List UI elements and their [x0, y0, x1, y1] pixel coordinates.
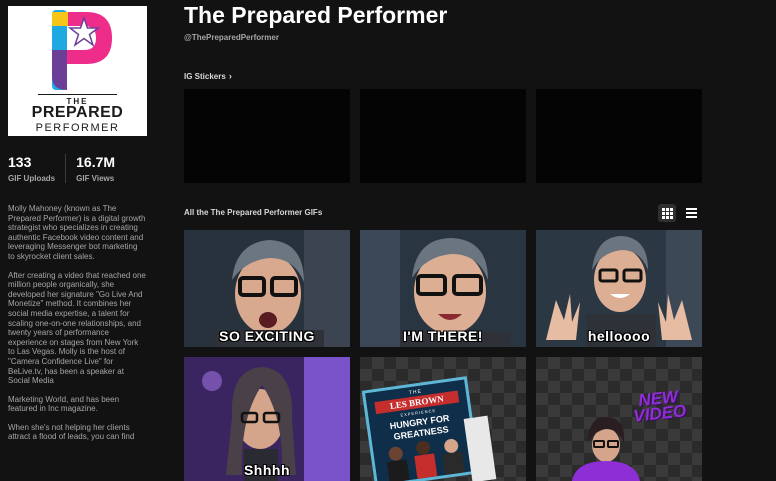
gifs-section-title: All the The Prepared Performer GIFs — [184, 208, 323, 217]
list-icon — [685, 208, 697, 218]
stat-uploads: 133 GIF Uploads — [8, 154, 65, 183]
grid-view-button[interactable] — [658, 204, 676, 222]
stat-views-value: 16.7M — [76, 154, 116, 170]
bio-paragraph: When she's not helping her clients attra… — [8, 422, 135, 442]
channel-title: The Prepared Performer — [184, 2, 448, 28]
logo-text-performer: PERFORMER — [35, 122, 120, 134]
gif-caption: helloooo — [587, 328, 651, 344]
list-view-button[interactable] — [682, 204, 700, 222]
bio-paragraph: Molly Mahoney (known as The Prepared Per… — [8, 204, 146, 261]
chevron-right-icon: › — [228, 71, 232, 81]
channel-handle: @ThePreparedPerformer — [184, 33, 279, 42]
bio-paragraph: Marketing World, and has been featured i… — [8, 394, 120, 414]
gif-caption: Shhhh — [243, 462, 291, 478]
gif-caption: I'M THERE! — [403, 328, 483, 344]
gif-tile[interactable]: I'M THERE! — [360, 230, 526, 347]
channel-stats: 133 GIF Uploads 16.7M GIF Views — [8, 154, 125, 183]
grid-icon — [661, 207, 673, 219]
stat-views-label: GIF Views — [76, 174, 115, 183]
book-cover: THE LES BROWN EXPERIENCE HUNGRY FOR GREA… — [361, 376, 481, 481]
sticker-tile[interactable] — [360, 89, 526, 183]
ig-stickers-label: IG Stickers — [184, 72, 226, 81]
gif-tile[interactable]: NEW VIDEO — [536, 357, 702, 481]
new-video-badge: NEW VIDEO — [632, 387, 688, 426]
channel-bio: Molly Mahoney (known as The Prepared Per… — [8, 204, 146, 451]
gif-tile[interactable]: helloooo — [536, 230, 702, 347]
gif-caption: SO EXCITING — [219, 328, 315, 344]
stat-views: 16.7M GIF Views — [65, 154, 125, 183]
gif-tile[interactable]: Shhhh — [184, 357, 350, 481]
bio-paragraph: After creating a video that reached one … — [8, 270, 146, 386]
ig-stickers-link[interactable]: IG Stickers › — [184, 71, 232, 81]
channel-logo[interactable]: THE PREPARED PERFORMER — [8, 6, 147, 136]
stat-uploads-value: 133 — [8, 154, 32, 170]
sticker-tile[interactable] — [184, 89, 350, 183]
sticker-tile[interactable] — [536, 89, 702, 183]
gif-tile[interactable]: SO EXCITING — [184, 230, 350, 347]
gif-tile[interactable]: THE LES BROWN EXPERIENCE HUNGRY FOR GREA… — [360, 357, 526, 481]
logo-text-prepared: PREPARED — [31, 104, 124, 121]
stat-uploads-label: GIF Uploads — [8, 174, 56, 183]
